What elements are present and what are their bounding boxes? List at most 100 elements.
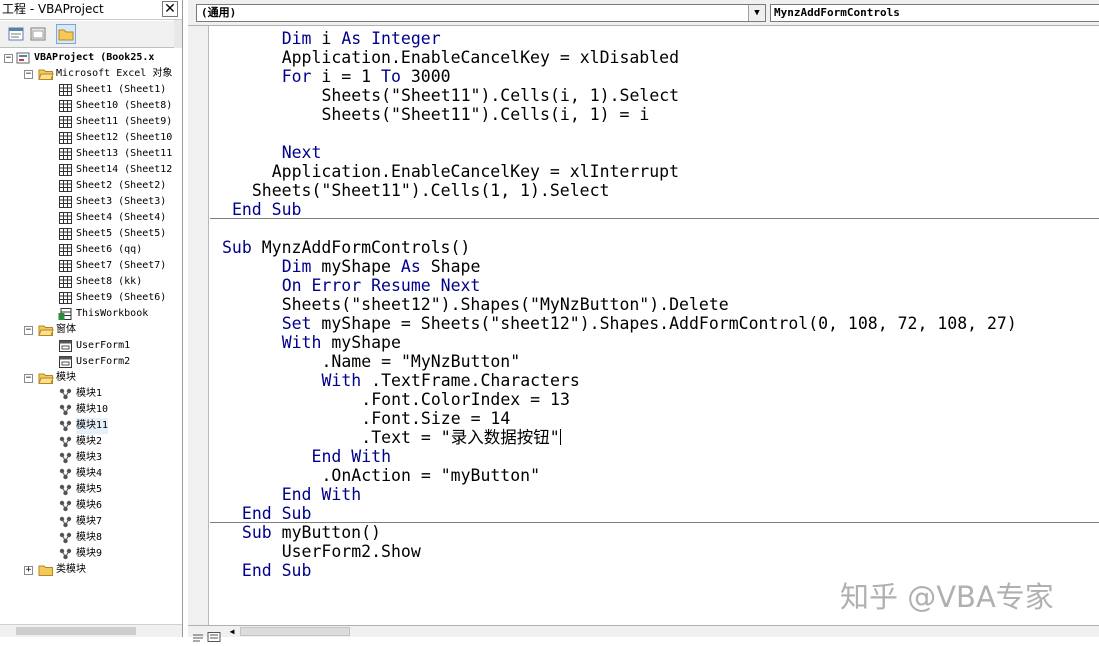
toggle-folders-icon[interactable] [56, 24, 76, 44]
code-text: UserForm2.Show [281, 542, 421, 561]
tree-node[interactable]: 模块8 [0, 530, 182, 546]
project-horizontal-scrollbar[interactable] [0, 624, 182, 637]
tree-node[interactable]: Sheet4 (Sheet4) [0, 210, 182, 226]
code-line[interactable]: End With [312, 447, 391, 466]
tree-node[interactable]: 模块4 [0, 466, 182, 482]
code-line[interactable]: .OnAction = "myButton" [322, 466, 541, 485]
tree-node[interactable]: UserForm2 [0, 354, 182, 370]
code-line[interactable]: Sheets("Sheet11").Cells(i, 1) = i [322, 105, 650, 124]
tree-node[interactable]: Sheet6 (qq) [0, 242, 182, 258]
code-keyword: For [281, 67, 312, 86]
tree-node[interactable]: + 类模块 [0, 562, 182, 578]
tree-node[interactable]: 模块2 [0, 434, 182, 450]
code-line[interactable]: For i = 1 To 3000 [282, 67, 451, 86]
procedure-dropdown[interactable]: MynzAddFormControls [770, 4, 1099, 22]
tree-node[interactable]: − Microsoft Excel 对象 [0, 66, 182, 82]
code-line[interactable]: End With [282, 485, 361, 504]
view-code-icon[interactable] [6, 24, 26, 44]
tree-node[interactable]: 模块11 [0, 418, 182, 434]
code-line[interactable]: .Font.Size = 14 [361, 409, 510, 428]
code-line[interactable]: UserForm2.Show [282, 542, 421, 561]
tree-node[interactable]: 模块6 [0, 498, 182, 514]
code-line[interactable]: With myShape [282, 333, 401, 352]
scroll-left-icon[interactable]: ◀ [226, 627, 238, 637]
code-window-header: (通用) ▼ MynzAddFormControls [188, 0, 1099, 26]
tree-node[interactable]: − 窗体 [0, 322, 182, 338]
code-line[interactable]: Sub MynzAddFormControls() [222, 238, 470, 257]
tree-node-label: Sheet14 (Sheet12 [76, 164, 173, 175]
code-line[interactable]: Sheets("Sheet11").Cells(1, 1).Select [252, 181, 610, 200]
full-module-view-icon[interactable] [206, 627, 222, 642]
collapse-icon[interactable]: − [24, 326, 33, 335]
code-line[interactable]: Sub myButton() [242, 523, 381, 542]
code-line[interactable]: Dim i As Integer [282, 29, 441, 48]
collapse-icon[interactable]: − [24, 70, 33, 79]
code-line[interactable]: Set myShape = Sheets("sheet12").Shapes.A… [282, 314, 1017, 333]
tree-node[interactable]: 模块3 [0, 450, 182, 466]
tree-node[interactable]: Sheet9 (Sheet6) [0, 290, 182, 306]
code-line[interactable]: End Sub [232, 200, 302, 219]
tree-node[interactable]: Sheet7 (Sheet7) [0, 258, 182, 274]
view-object-icon[interactable] [28, 24, 48, 44]
code-line[interactable]: .Text = "录入数据按钮" [361, 428, 561, 447]
tree-node[interactable]: − 模块 [0, 370, 182, 386]
tree-node[interactable]: − VBAProject (Book25.x [0, 50, 182, 66]
tree-node[interactable]: ThisWorkbook [0, 306, 182, 322]
project-explorer-scrollbar[interactable] [174, 20, 182, 48]
code-text: i = 1 [311, 67, 382, 86]
module-icon [58, 435, 74, 449]
text-caret [559, 429, 561, 445]
module-icon [58, 419, 74, 433]
tree-node[interactable]: 模块10 [0, 402, 182, 418]
tree-node-label: 模块2 [76, 436, 103, 447]
sheet-icon [58, 275, 74, 289]
tree-node[interactable]: 模块5 [0, 482, 182, 498]
tree-node[interactable]: 模块7 [0, 514, 182, 530]
chevron-down-icon[interactable]: ▼ [748, 5, 765, 21]
tree-node[interactable]: Sheet13 (Sheet11 [0, 146, 182, 162]
code-margin[interactable] [188, 26, 209, 625]
tree-node[interactable]: Sheet12 (Sheet10 [0, 130, 182, 146]
code-line[interactable]: End Sub [242, 504, 312, 523]
tree-node[interactable]: Sheet11 (Sheet9) [0, 114, 182, 130]
code-line[interactable]: Application.EnableCancelKey = xlDisabled [282, 48, 679, 67]
tree-node[interactable]: 模块9 [0, 546, 182, 562]
code-line[interactable]: Sheets("sheet12").Shapes("MyNzButton").D… [282, 295, 729, 314]
code-line[interactable]: Sheets("Sheet11").Cells(i, 1).Select [322, 86, 680, 105]
code-text: myButton() [271, 523, 381, 542]
tree-node[interactable]: Sheet5 (Sheet5) [0, 226, 182, 242]
procedure-view-icon[interactable] [190, 627, 206, 642]
procedure-separator [210, 218, 1099, 219]
tree-node[interactable]: Sheet8 (kk) [0, 274, 182, 290]
code-line[interactable]: Dim myShape As Shape [282, 257, 481, 276]
tree-node[interactable]: Sheet3 (Sheet3) [0, 194, 182, 210]
code-line[interactable]: End Sub [242, 561, 312, 580]
code-line[interactable]: Next [282, 143, 322, 162]
tree-node[interactable]: Sheet2 (Sheet2) [0, 178, 182, 194]
code-text: .Name = "MyNzButton" [321, 352, 521, 371]
collapse-icon[interactable]: − [4, 54, 13, 63]
tree-node[interactable]: 模块1 [0, 386, 182, 402]
object-dropdown[interactable]: (通用) ▼ [196, 4, 766, 22]
code-keyword: With [321, 371, 362, 390]
tree-node[interactable]: Sheet14 (Sheet12 [0, 162, 182, 178]
code-line[interactable]: .Name = "MyNzButton" [322, 352, 521, 371]
code-scroll-thumb[interactable] [240, 627, 350, 636]
code-editor[interactable]: Dim i As Integer Application.EnableCancel… [210, 26, 1099, 625]
code-line[interactable]: On Error Resume Next [282, 276, 481, 295]
folder-closed-icon [38, 563, 54, 577]
code-line[interactable]: .Font.ColorIndex = 13 [361, 390, 570, 409]
code-text: Sheets("Sheet11").Cells(1, 1).Select [251, 181, 610, 200]
tree-node[interactable]: Sheet1 (Sheet1) [0, 82, 182, 98]
close-icon[interactable]: ✕ [162, 1, 178, 17]
collapse-icon[interactable]: − [24, 374, 33, 383]
folder-open-icon [38, 371, 54, 385]
project-scroll-thumb[interactable] [16, 627, 136, 635]
code-text: Application.EnableCancelKey = xlInterrup… [271, 162, 680, 181]
expand-icon[interactable]: + [24, 566, 33, 575]
code-line[interactable]: With .TextFrame.Characters [322, 371, 580, 390]
sheet-icon [58, 83, 74, 97]
tree-node[interactable]: Sheet10 (Sheet8) [0, 98, 182, 114]
code-line[interactable]: Application.EnableCancelKey = xlInterrup… [272, 162, 679, 181]
tree-node[interactable]: UserForm1 [0, 338, 182, 354]
